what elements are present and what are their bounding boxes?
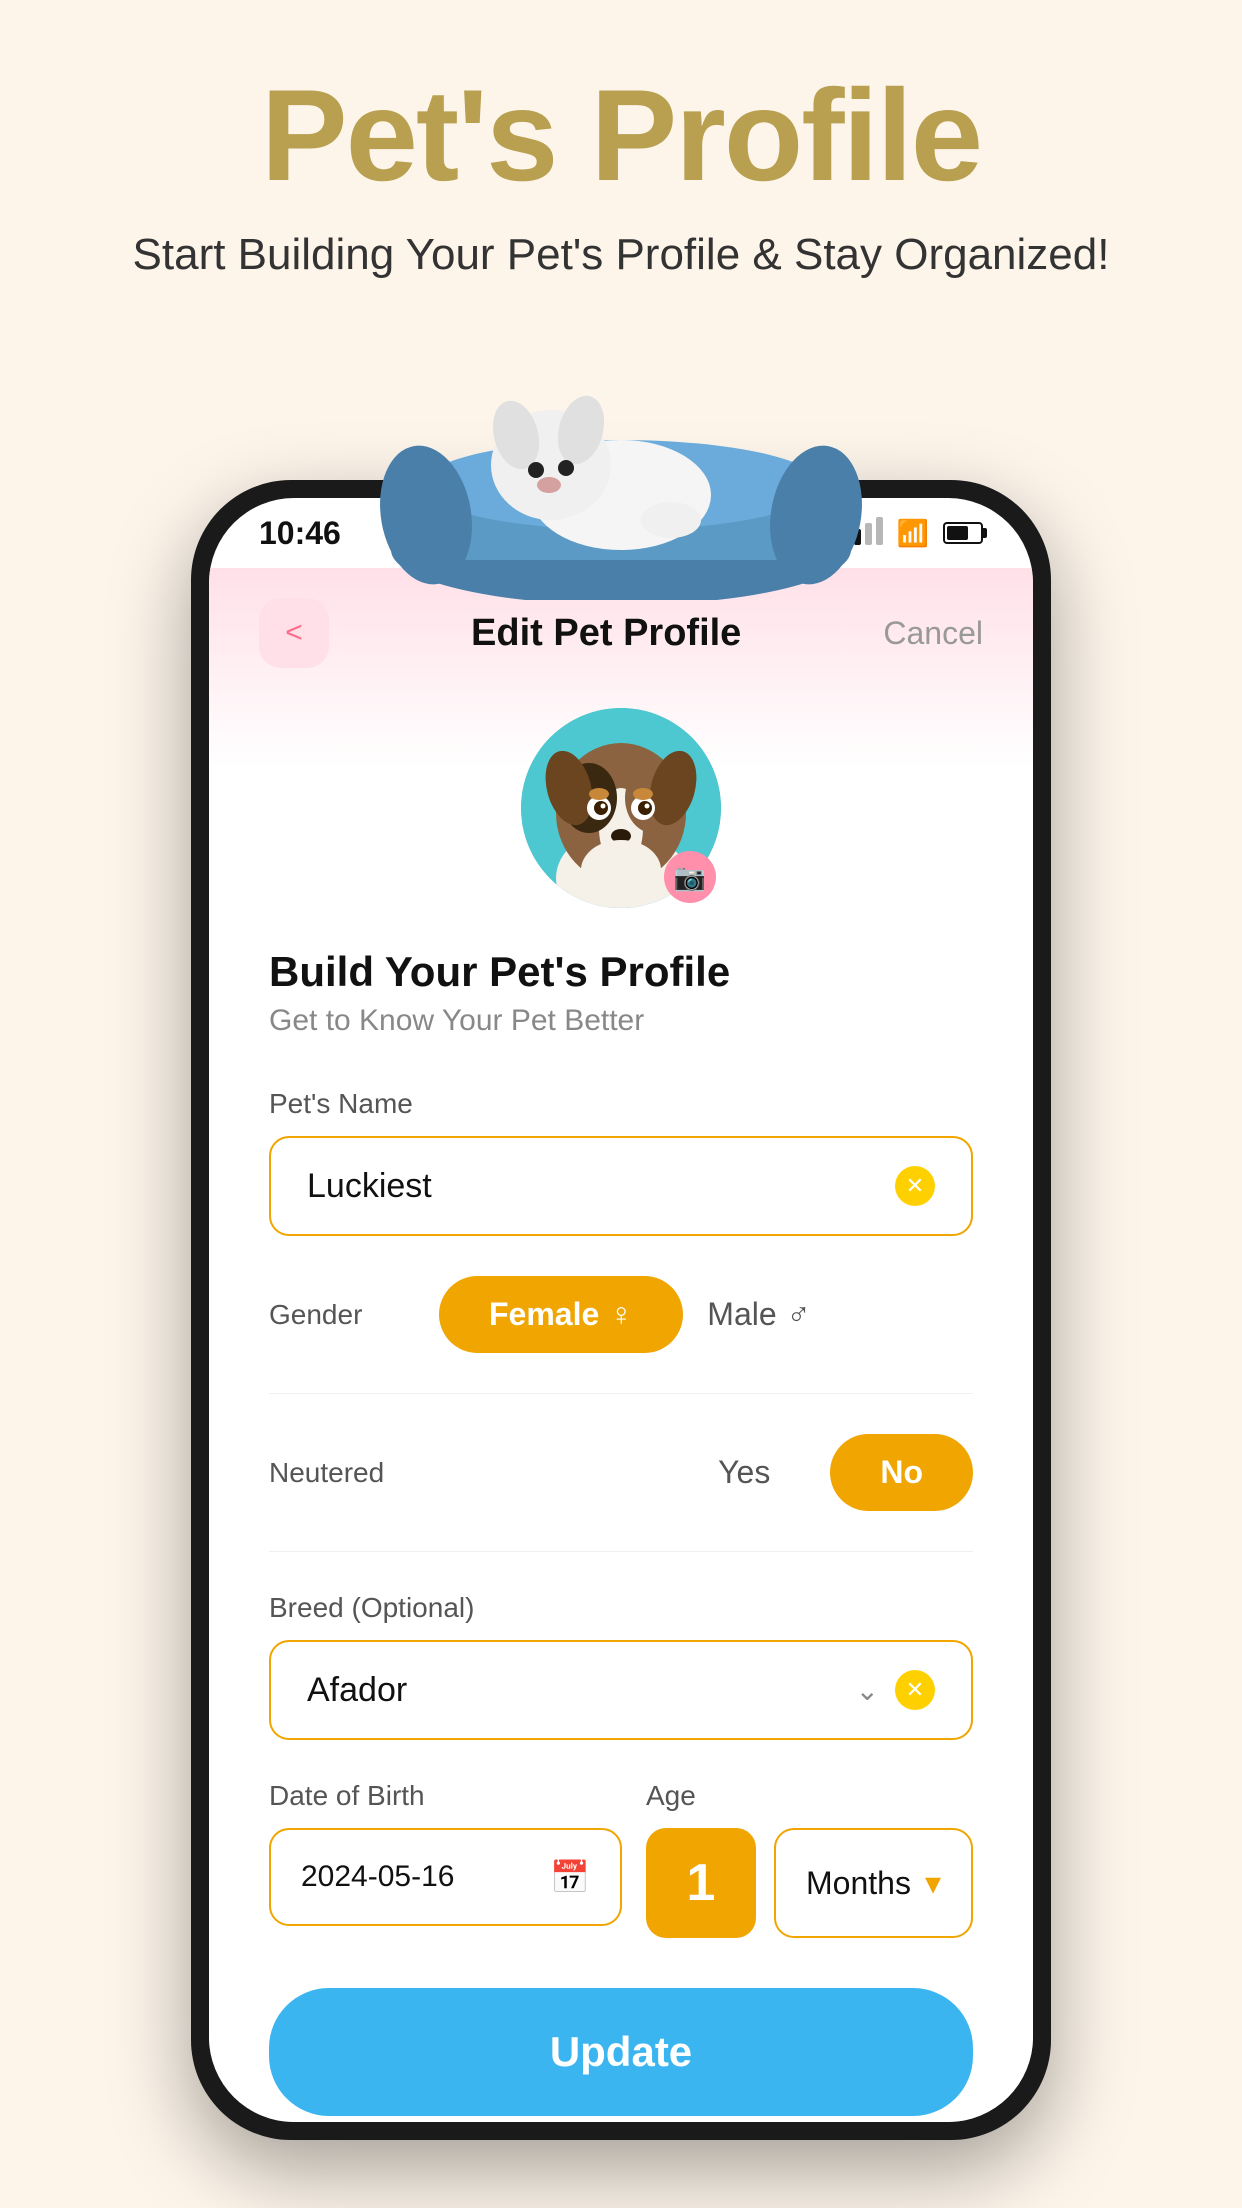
age-unit-label: Months: [806, 1865, 911, 1902]
camera-icon: 📷: [674, 862, 706, 893]
dob-section: Date of Birth 2024-05-16 📅: [269, 1780, 622, 1926]
section-subtitle: Get to Know Your Pet Better: [269, 1004, 973, 1038]
breed-value: Afador: [307, 1671, 407, 1710]
dob-label: Date of Birth: [269, 1780, 622, 1812]
cancel-button[interactable]: Cancel: [883, 615, 983, 652]
breed-input[interactable]: Afador ⌄ ✕: [269, 1640, 973, 1740]
no-neutered-button[interactable]: No: [830, 1434, 973, 1511]
page-subtitle: Start Building Your Pet's Profile & Stay…: [0, 230, 1242, 280]
gender-options: Female ♀ Male ♂: [439, 1276, 811, 1353]
phone-screen: 10:46 📶 <: [209, 498, 1033, 2122]
form-section: Build Your Pet's Profile Get to Know You…: [209, 908, 1033, 2122]
section-title: Build Your Pet's Profile: [269, 948, 973, 996]
age-section: Age 1 Months ▾: [646, 1780, 973, 1938]
dob-input[interactable]: 2024-05-16 📅: [269, 1828, 622, 1926]
back-icon: <: [285, 616, 303, 650]
camera-button[interactable]: 📷: [664, 851, 716, 903]
calendar-icon: 📅: [550, 1858, 590, 1896]
app-content: < Edit Pet Profile Cancel: [209, 568, 1033, 2122]
separator-1: [269, 1393, 973, 1394]
clear-breed-button[interactable]: ✕: [895, 1670, 935, 1710]
breed-controls: ⌄ ✕: [856, 1670, 935, 1710]
age-value[interactable]: 1: [646, 1828, 756, 1938]
nav-title: Edit Pet Profile: [471, 612, 741, 655]
neutered-options: Yes No: [678, 1434, 973, 1511]
update-button[interactable]: Update: [269, 1988, 973, 2116]
dog-illustration: [371, 290, 871, 600]
dob-age-row: Date of Birth 2024-05-16 📅 Age 1 Months: [269, 1780, 973, 1938]
female-symbol: ♀: [609, 1296, 633, 1333]
back-button[interactable]: <: [259, 598, 329, 668]
clear-breed-icon: ✕: [906, 1677, 924, 1703]
female-label: Female: [489, 1296, 599, 1333]
pet-name-label: Pet's Name: [269, 1088, 973, 1120]
age-unit-dropdown[interactable]: Months ▾: [774, 1828, 973, 1938]
battery-icon: [943, 522, 983, 544]
neutered-row: Neutered Yes No: [269, 1434, 973, 1511]
pet-avatar-container: 📷: [209, 708, 1033, 908]
male-gender-button[interactable]: Male ♂: [707, 1296, 810, 1333]
breed-label: Breed (Optional): [269, 1592, 973, 1624]
female-gender-button[interactable]: Female ♀: [439, 1276, 683, 1353]
clear-name-button[interactable]: ✕: [895, 1166, 935, 1206]
age-controls: 1 Months ▾: [646, 1828, 973, 1938]
page-title: Pet's Profile: [0, 60, 1242, 210]
age-label: Age: [646, 1780, 973, 1812]
separator-2: [269, 1551, 973, 1552]
wifi-icon: 📶: [897, 518, 929, 549]
age-unit-chevron-icon: ▾: [925, 1864, 941, 1902]
chevron-down-icon: ⌄: [856, 1674, 879, 1707]
clear-icon: ✕: [906, 1173, 924, 1199]
male-symbol: ♂: [787, 1296, 811, 1333]
status-time: 10:46: [259, 515, 341, 552]
pet-name-input[interactable]: Luckiest ✕: [269, 1136, 973, 1236]
pet-name-value: Luckiest: [307, 1167, 432, 1206]
neutered-label: Neutered: [269, 1457, 648, 1489]
phone-frame: 10:46 📶 <: [191, 480, 1051, 2140]
gender-row: Gender Female ♀ Male ♂: [269, 1276, 973, 1353]
yes-neutered-button[interactable]: Yes: [678, 1434, 810, 1511]
gender-label: Gender: [269, 1299, 409, 1331]
male-label: Male: [707, 1296, 776, 1333]
dob-value: 2024-05-16: [301, 1860, 454, 1894]
